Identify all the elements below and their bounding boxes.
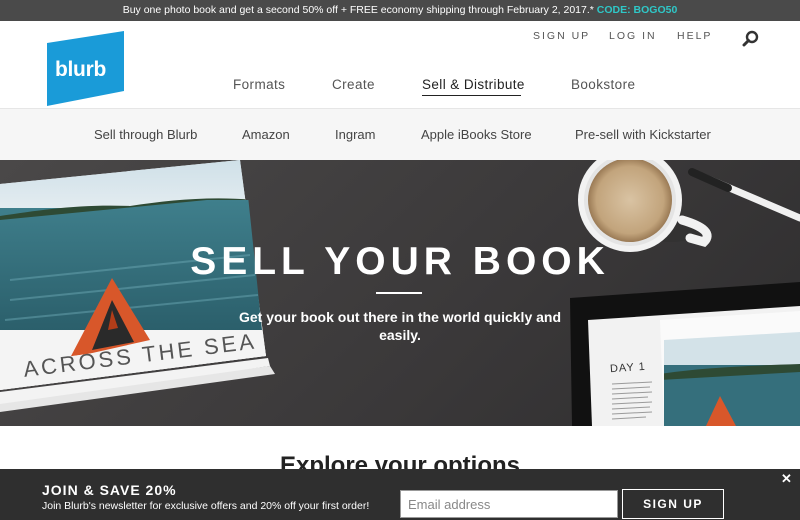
hero-title: SELL YOUR BOOK	[190, 240, 610, 283]
hero-subtitle: Get your book out there in the world qui…	[238, 309, 562, 343]
email-input[interactable]	[400, 490, 618, 518]
promo-text: Buy one photo book and get a second 50% …	[122, 4, 597, 16]
nav-create[interactable]: Create	[332, 77, 375, 92]
newsletter-signup-button[interactable]: SIGN UP	[622, 489, 724, 519]
promo-code: CODE: BOGO50	[596, 4, 678, 16]
hero-banner: ACROSS THE SEA DAY 1 SELL YOUR BOOK Get …	[0, 160, 800, 426]
hero-divider	[376, 292, 422, 294]
search-icon[interactable]	[742, 30, 760, 48]
subnav-ingram[interactable]: Ingram	[335, 127, 375, 142]
nav-sell-distribute[interactable]: Sell & Distribute	[422, 77, 525, 92]
newsletter-description: Join Blurb's newsletter for exclusive of…	[42, 500, 370, 512]
sign-up-link[interactable]: SIGN UP	[533, 30, 590, 42]
blurb-logo[interactable]: blurb	[47, 31, 124, 106]
subnav-amazon[interactable]: Amazon	[242, 127, 290, 142]
promo-bar: Buy one photo book and get a second 50% …	[0, 0, 800, 21]
tablet-page-title: DAY 1	[609, 360, 647, 376]
nav-bookstore[interactable]: Bookstore	[571, 77, 635, 92]
subnav-apple-ibooks[interactable]: Apple iBooks Store	[421, 127, 532, 142]
newsletter-bar: JOIN & SAVE 20% Join Blurb's newsletter …	[0, 469, 800, 520]
help-link[interactable]: HELP	[677, 30, 712, 42]
log-in-link[interactable]: LOG IN	[609, 30, 657, 42]
subnav-sell-through-blurb[interactable]: Sell through Blurb	[94, 127, 197, 142]
sub-nav: Sell through Blurb Amazon Ingram Apple i…	[0, 108, 800, 160]
active-nav-underline	[422, 95, 521, 96]
subnav-kickstarter[interactable]: Pre-sell with Kickstarter	[575, 127, 711, 142]
newsletter-title: JOIN & SAVE 20%	[42, 482, 177, 498]
nav-formats[interactable]: Formats	[233, 77, 285, 92]
logo-text: blurb	[55, 58, 106, 81]
site-header: blurb SIGN UP LOG IN HELP Formats Create…	[0, 21, 800, 108]
close-icon[interactable]: ✕	[781, 471, 792, 487]
